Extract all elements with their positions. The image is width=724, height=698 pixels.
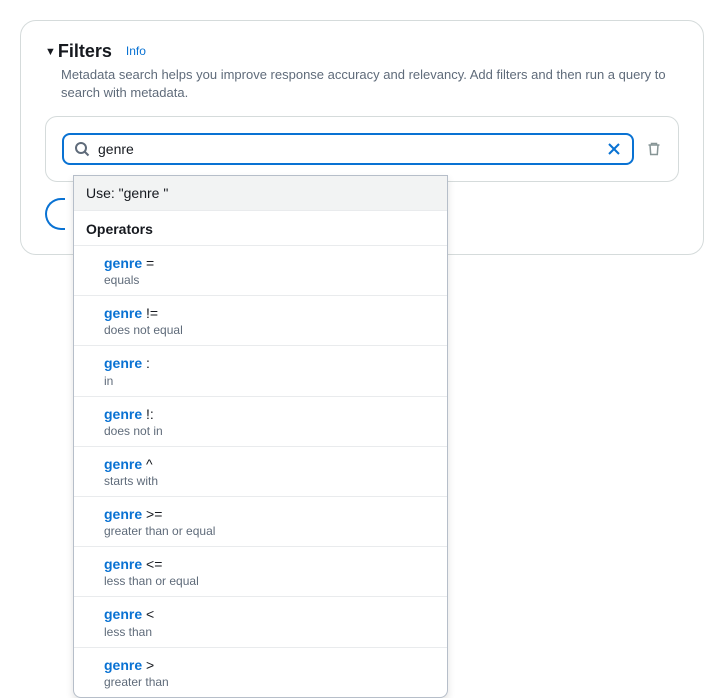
operator-description: does not in xyxy=(104,424,435,438)
search-input[interactable] xyxy=(98,141,606,157)
operator-field: genre xyxy=(104,456,142,472)
operator-option[interactable]: genre ^starts with xyxy=(74,447,447,497)
operator-line: genre > xyxy=(104,656,435,674)
search-row xyxy=(62,133,662,165)
operator-line: genre = xyxy=(104,254,435,272)
operator-line: genre >= xyxy=(104,505,435,523)
info-link[interactable]: Info xyxy=(126,44,146,58)
operator-symbol: = xyxy=(146,255,154,271)
dropdown-section-header: Operators xyxy=(74,211,447,246)
dropdown-use-option[interactable]: Use: "genre " xyxy=(74,176,447,211)
clear-icon[interactable] xyxy=(606,141,622,157)
filters-title-text: Filters xyxy=(58,41,112,62)
search-input-wrapper[interactable] xyxy=(62,133,634,165)
operator-field: genre xyxy=(104,305,142,321)
operator-field: genre xyxy=(104,657,142,673)
operator-description: greater than or equal xyxy=(104,524,435,538)
operator-field: genre xyxy=(104,255,142,271)
operator-line: genre <= xyxy=(104,555,435,573)
operator-line: genre : xyxy=(104,354,435,372)
operator-field: genre xyxy=(104,606,142,622)
operator-description: does not equal xyxy=(104,323,435,337)
operator-description: less than xyxy=(104,625,435,639)
operator-line: genre !: xyxy=(104,405,435,423)
operator-description: in xyxy=(104,374,435,388)
filters-description: Metadata search helps you improve respon… xyxy=(45,66,679,102)
operator-field: genre xyxy=(104,406,142,422)
operator-description: equals xyxy=(104,273,435,287)
filters-panel: ▼ Filters Info Metadata search helps you… xyxy=(20,20,704,255)
add-filter-button-partial[interactable] xyxy=(45,198,65,230)
operator-symbol: < xyxy=(146,606,154,622)
operator-symbol: >= xyxy=(146,506,162,522)
operator-field: genre xyxy=(104,355,142,371)
operator-option[interactable]: genre >=greater than or equal xyxy=(74,497,447,547)
operator-dropdown: Use: "genre " Operators genre =equalsgen… xyxy=(73,175,448,698)
operator-symbol: > xyxy=(146,657,154,673)
collapse-triangle-icon: ▼ xyxy=(45,46,56,58)
operator-line: genre != xyxy=(104,304,435,322)
trash-icon[interactable] xyxy=(646,141,662,157)
operator-description: less than or equal xyxy=(104,574,435,588)
operator-option[interactable]: genre : in xyxy=(74,346,447,396)
operator-option[interactable]: genre !=does not equal xyxy=(74,296,447,346)
search-icon xyxy=(74,141,90,157)
operator-symbol: != xyxy=(146,305,158,321)
operator-field: genre xyxy=(104,506,142,522)
operator-symbol: <= xyxy=(146,556,162,572)
operator-option[interactable]: genre <=less than or equal xyxy=(74,547,447,597)
filters-title[interactable]: ▼ Filters xyxy=(45,41,112,62)
operator-line: genre < xyxy=(104,605,435,623)
operator-description: greater than xyxy=(104,675,435,689)
filters-header: ▼ Filters Info xyxy=(45,41,679,62)
operator-symbol: !: xyxy=(146,406,154,422)
operator-field: genre xyxy=(104,556,142,572)
operator-line: genre ^ xyxy=(104,455,435,473)
operator-option[interactable]: genre !:does not in xyxy=(74,397,447,447)
search-section xyxy=(45,116,679,182)
operator-symbol: ^ xyxy=(146,456,153,472)
operator-description: starts with xyxy=(104,474,435,488)
operator-symbol: : xyxy=(146,355,150,371)
operator-option[interactable]: genre >greater than xyxy=(74,648,447,697)
operator-option[interactable]: genre < less than xyxy=(74,597,447,647)
operator-option[interactable]: genre =equals xyxy=(74,246,447,296)
